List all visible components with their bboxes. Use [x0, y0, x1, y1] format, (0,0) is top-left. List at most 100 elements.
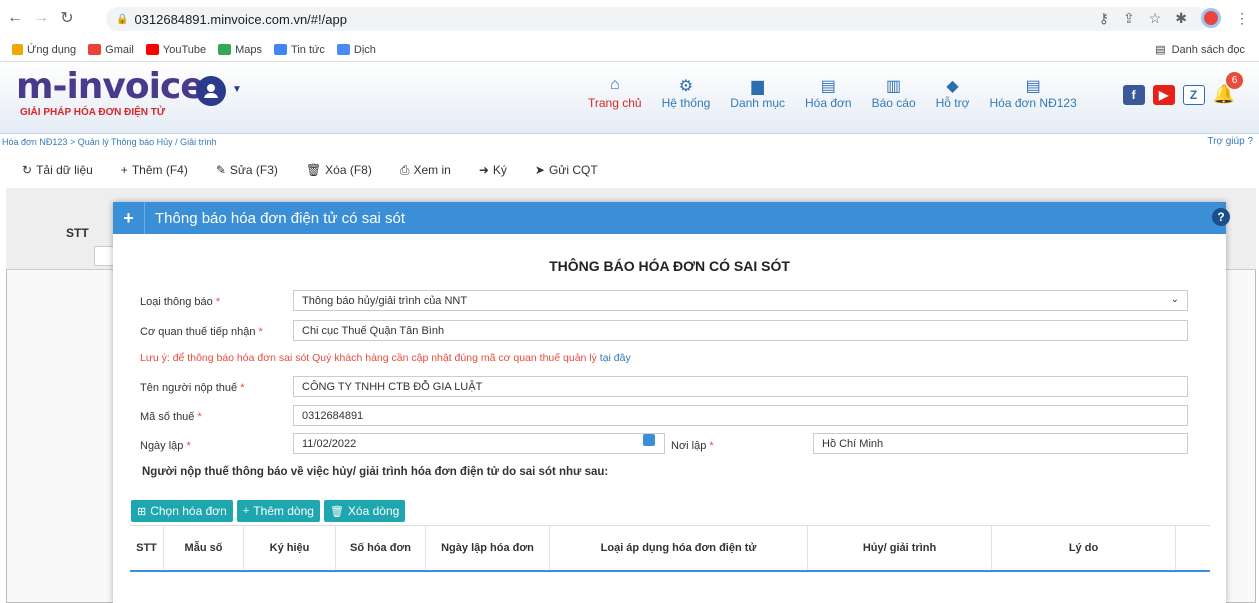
- notice-type-label: Loại thông báo *: [140, 296, 221, 308]
- add-row-button[interactable]: + Thêm dòng: [236, 500, 320, 522]
- zalo-icon[interactable]: Z: [1182, 84, 1205, 105]
- bookmark-gmail[interactable]: Gmail: [88, 44, 134, 56]
- delete-row-button[interactable]: 🗑 Xóa dòng: [323, 500, 406, 522]
- delete-button[interactable]: 🗑 Xóa (F8): [306, 163, 372, 177]
- user-icon: [204, 84, 218, 98]
- profile-icon[interactable]: [1201, 8, 1221, 28]
- star-icon[interactable]: ☆: [1149, 10, 1162, 27]
- plus-icon: +: [242, 505, 250, 517]
- taxpayer-label: Tên người nộp thuế *: [140, 382, 245, 394]
- tax-office-label: Cơ quan thuế tiếp nhận *: [140, 326, 263, 338]
- add-button[interactable]: + Thêm (F4): [121, 163, 188, 177]
- error-notice-dialog: + Thông báo hóa đơn điện tử có sai sót ?…: [113, 202, 1230, 603]
- column-invoice-date: Ngày lập hóa đơn: [426, 526, 550, 570]
- trash-icon: 🗑: [329, 505, 344, 518]
- apps-icon: [12, 44, 23, 55]
- column-stt: STT: [130, 526, 164, 570]
- bookmarks-bar: Ứng dụng Gmail YouTube Maps Tin tức Dịch: [0, 38, 1259, 62]
- facebook-icon[interactable]: f: [1122, 84, 1145, 105]
- social-links: f ▶ Z 🔔 6: [1122, 72, 1243, 105]
- key-icon[interactable]: ⚷: [1099, 10, 1109, 27]
- column-form-no: Mẫu số: [164, 526, 244, 570]
- maps-icon: [218, 44, 232, 55]
- menu-home[interactable]: ⌂ Trang chủ: [578, 76, 652, 110]
- bookmark-maps[interactable]: Maps: [218, 44, 262, 56]
- update-link[interactable]: tại đây: [600, 352, 631, 364]
- chevron-down-icon: ⌄: [1170, 294, 1179, 305]
- reading-list[interactable]: ▤ Danh sách đọc: [1155, 43, 1245, 57]
- extensions-icon[interactable]: ✱: [1175, 10, 1187, 27]
- menu-system[interactable]: ⚙ Hệ thống: [652, 76, 721, 110]
- news-icon: [274, 44, 288, 55]
- document-icon: ▤: [1025, 78, 1041, 95]
- chevron-down-icon[interactable]: ▼: [232, 84, 242, 95]
- plus-square-icon: ⊞: [137, 505, 147, 518]
- address-bar[interactable]: 🔒 0312684891.minvoice.com.vn/#!/app: [106, 7, 1210, 31]
- menu-catalog[interactable]: ▆ Danh mục: [720, 76, 795, 110]
- section-description: Người nộp thuế thông báo về việc hủy/ gi…: [142, 466, 609, 478]
- bell-icon[interactable]: 🔔 6: [1213, 72, 1243, 105]
- url-text: 0312684891.minvoice.com.vn/#!/app: [134, 11, 347, 27]
- notice-type-select[interactable]: Thông báo hủy/giải trình của NNT ⌄: [293, 290, 1188, 311]
- reload-icon[interactable]: ↻: [56, 7, 78, 29]
- translate-icon: [336, 44, 350, 55]
- date-label: Ngày lập *: [140, 440, 191, 452]
- menu-invoice[interactable]: ▤ Hóa đơn: [795, 76, 862, 110]
- send-icon: ➤: [534, 163, 545, 177]
- grid-column-stt: STT: [66, 226, 89, 240]
- item-actions: ⊞ Chọn hóa đơn + Thêm dòng 🗑 Xóa dòng: [131, 500, 406, 522]
- refresh-icon: ↻: [22, 163, 33, 177]
- logo[interactable]: m-invoice: [16, 69, 205, 105]
- tax-code-label: Mã số thuế *: [140, 411, 202, 423]
- taxpayer-input[interactable]: CÔNG TY TNHH CTB ĐỖ GIA LUẬT: [293, 376, 1188, 397]
- tax-office-input[interactable]: Chi cục Thuế Quận Tân Bình: [293, 320, 1188, 341]
- app-header: m-invoice GIẢI PHÁP HÓA ĐƠN ĐIỆN TỬ ▼ ⌂ T…: [0, 62, 1259, 134]
- note-text: Lưu ý: để thông báo hóa đơn sai sót Quý …: [140, 352, 631, 364]
- browser-toolbar: ← → ↻ 🔒 0312684891.minvoice.com.vn/#!/ap…: [0, 0, 1259, 36]
- plus-icon: +: [120, 163, 128, 177]
- date-input[interactable]: 11/02/2022: [293, 433, 665, 454]
- sign-button[interactable]: ➜ Ký: [479, 163, 507, 177]
- question-icon: ?: [1247, 136, 1253, 147]
- bookmark-apps[interactable]: Ứng dụng: [12, 44, 76, 56]
- help-link[interactable]: Trợ giúp ?: [1207, 136, 1253, 147]
- calendar-icon[interactable]: [643, 434, 655, 446]
- edit-button[interactable]: ✎ Sửa (F3): [216, 163, 278, 177]
- print-button[interactable]: ⎙ Xem in: [400, 163, 451, 178]
- dialog-header: + Thông báo hóa đơn điện tử có sai sót: [113, 202, 1226, 234]
- menu-support[interactable]: ◆ Hỗ trợ: [926, 76, 980, 110]
- bookmark-news[interactable]: Tin tức: [274, 44, 325, 56]
- dialog-title: Thông báo hóa đơn điện tử có sai sót: [155, 209, 406, 227]
- sign-in-icon: ➜: [478, 163, 489, 177]
- column-invoice-no: Số hóa đơn: [336, 526, 426, 570]
- bookmark-youtube[interactable]: YouTube: [145, 44, 206, 56]
- trash-icon: 🗑: [305, 163, 322, 177]
- place-input[interactable]: Hồ Chí Minh: [813, 433, 1188, 454]
- folder-icon: ▆: [751, 78, 764, 95]
- bookmark-translate[interactable]: Dịch: [336, 44, 376, 56]
- forward-icon[interactable]: →: [30, 7, 52, 29]
- reload-button[interactable]: ↻ Tải dữ liệu: [22, 163, 93, 177]
- lock-icon: 🔒: [116, 13, 129, 25]
- home-icon: ⌂: [609, 76, 620, 93]
- column-reason: Lý do: [992, 526, 1176, 570]
- choose-invoice-button[interactable]: ⊞ Chọn hóa đơn: [131, 500, 233, 522]
- tax-code-input[interactable]: 0312684891: [293, 405, 1188, 426]
- youtube-icon[interactable]: ▶: [1152, 84, 1175, 105]
- more-icon[interactable]: ⋮: [1235, 10, 1249, 27]
- help-icon[interactable]: ?: [1212, 208, 1230, 226]
- breadcrumb: Hóa đơn NĐ123 > Quản lý Thông báo Hủy / …: [2, 137, 217, 147]
- form-title: THÔNG BÁO HÓA ĐƠN CÓ SAI SÓT: [549, 258, 790, 274]
- user-avatar[interactable]: [196, 76, 226, 106]
- column-cancel-explain: Hủy/ giải trình: [808, 526, 992, 570]
- menu-invoice-nd123[interactable]: ▤ Hóa đơn NĐ123: [980, 76, 1087, 110]
- menu-report[interactable]: ▥ Báo cáo: [862, 76, 926, 110]
- bar-chart-icon: ▥: [886, 78, 902, 95]
- items-table-header: STT Mẫu số Ký hiệu Số hóa đơn Ngày lập h…: [130, 525, 1210, 572]
- print-icon: ⎙: [399, 162, 410, 177]
- gear-icon: ⚙: [678, 78, 694, 95]
- back-icon[interactable]: ←: [4, 7, 26, 29]
- share-icon[interactable]: ⇪: [1123, 10, 1135, 27]
- send-button[interactable]: ➤ Gửi CQT: [535, 163, 598, 177]
- reading-list-icon: ▤: [1155, 44, 1166, 56]
